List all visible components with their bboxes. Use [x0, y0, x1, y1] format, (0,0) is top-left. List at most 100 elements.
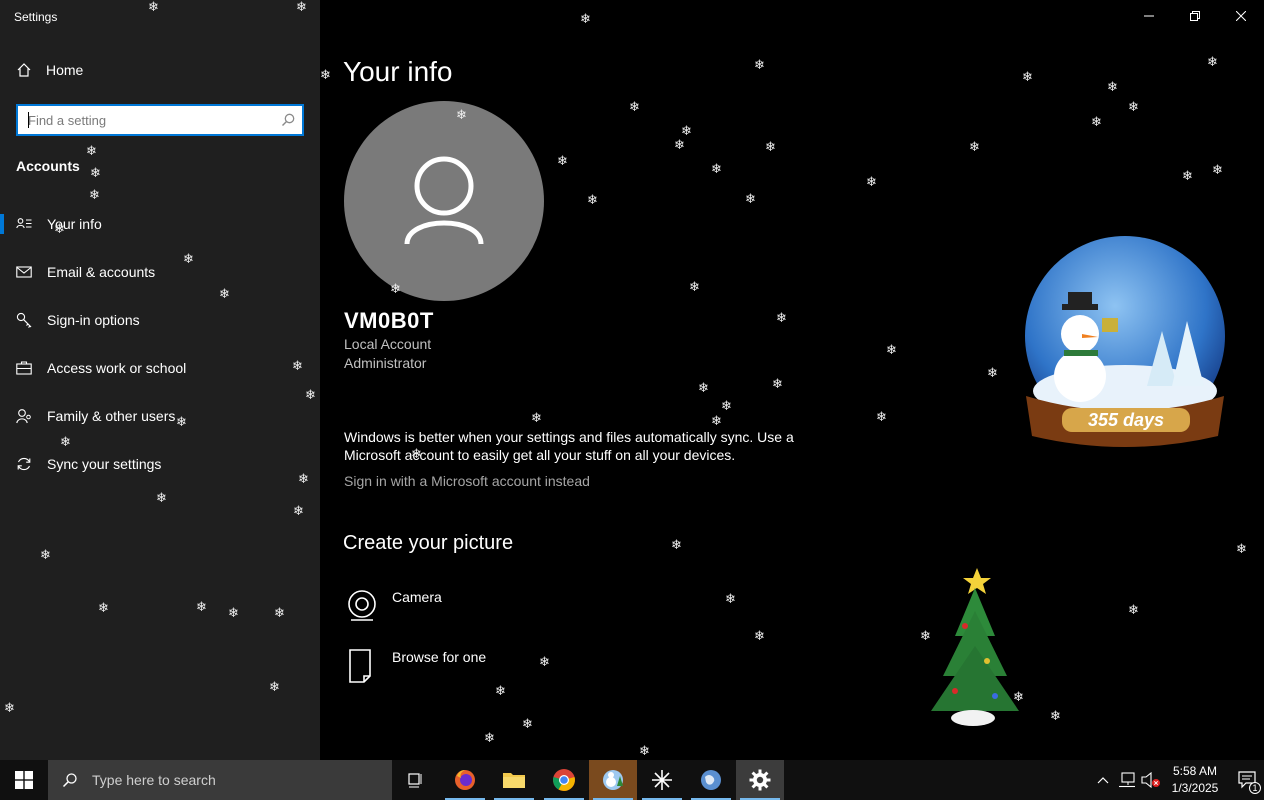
snowflake-icon: ❄	[674, 137, 685, 152]
snowflake-icon: ❄	[86, 143, 97, 158]
snowflake-icon: ❄	[40, 547, 51, 562]
snowglobe-decoration: 355 days	[1025, 236, 1225, 447]
snowflake-icon: ❄	[629, 99, 640, 114]
snowflake-icon: ❄	[876, 409, 887, 424]
setting-search-box[interactable]	[16, 104, 304, 136]
snowflake-icon: ❄	[292, 358, 303, 373]
search-input[interactable]	[18, 106, 268, 134]
close-button[interactable]	[1218, 0, 1264, 32]
folder-icon	[503, 773, 525, 788]
sidebar-item-family-users[interactable]: Family & other users	[0, 392, 320, 440]
sidebar-item-email-accounts[interactable]: Email & accounts	[0, 248, 320, 296]
gear-icon	[749, 769, 771, 791]
account-role: Administrator	[344, 355, 427, 371]
snowflake-icon: ❄	[148, 0, 159, 14]
taskbar-app-unknown[interactable]	[638, 760, 686, 800]
window-controls	[1126, 0, 1264, 32]
sidebar-item-access-work-school[interactable]: Access work or school	[0, 344, 320, 392]
taskbar-app-desktop-snow[interactable]	[589, 760, 637, 800]
minimize-button[interactable]	[1126, 0, 1172, 32]
snowflake-icon: ❄	[681, 123, 692, 138]
action-center-button[interactable]: 1	[1232, 760, 1264, 800]
sidebar-item-your-info[interactable]: Your info	[0, 200, 320, 248]
snowflake-icon: ❄	[228, 605, 239, 620]
snowflake-icon: ❄	[689, 279, 700, 294]
sidebar-item-label: Family & other users	[47, 408, 176, 424]
file-icon	[346, 648, 378, 687]
search-icon	[62, 773, 77, 788]
snowflake-icon: ❄	[1091, 114, 1102, 129]
snowflake-icon: ❄	[293, 503, 304, 518]
search-icon[interactable]	[280, 112, 296, 133]
sidebar-item-sign-in-options[interactable]: Sign-in options	[0, 296, 320, 344]
snowflake-icon: ❄	[1236, 541, 1247, 556]
signin-microsoft-link[interactable]: Sign in with a Microsoft account instead	[344, 473, 590, 489]
section-label-accounts: Accounts	[16, 158, 80, 174]
taskbar-app-chrome[interactable]	[540, 760, 588, 800]
snowflake-icon: ❄	[305, 387, 316, 402]
taskbar-search-placeholder: Type here to search	[92, 772, 216, 788]
taskbar-app-firefox[interactable]	[441, 760, 489, 800]
sync-icon	[16, 456, 32, 472]
briefcase-icon	[16, 360, 32, 376]
camera-label: Camera	[392, 589, 442, 605]
snowflake-icon: ❄	[1182, 168, 1193, 183]
sidebar-item-sync-settings[interactable]: Sync your settings	[0, 440, 320, 488]
snowflake-icon: ❄	[1128, 602, 1139, 617]
volume-tray-button[interactable]	[1140, 760, 1162, 800]
clock-time: 5:58 AM	[1172, 764, 1218, 778]
snowflake-icon: ❄	[711, 161, 722, 176]
taskbar-app-globe[interactable]	[687, 760, 735, 800]
snowflake-icon: ❄	[274, 605, 285, 620]
snowflake-icon: ❄	[531, 410, 542, 425]
snowflake-icon: ❄	[1128, 99, 1139, 114]
snowflake-icon: ❄	[484, 730, 495, 745]
home-link[interactable]: Home	[16, 62, 83, 78]
snowflake-icon: ❄	[156, 490, 167, 505]
network-tray-button[interactable]	[1116, 760, 1138, 800]
snowflake-icon: ❄	[98, 600, 109, 615]
firefox-icon	[455, 770, 475, 790]
snowflake-icon: ❄	[587, 192, 598, 207]
restore-button[interactable]	[1172, 0, 1218, 32]
restore-icon	[1190, 11, 1200, 21]
snowflake-icon: ❄	[219, 286, 230, 301]
snowflake-icon: ❄	[1207, 54, 1218, 69]
snowflake-icon: ❄	[89, 187, 100, 202]
taskbar-app-settings[interactable]	[736, 760, 784, 800]
taskbar-clock[interactable]: 5:58 AM 1/3/2025	[1164, 763, 1226, 797]
snowflake-icon: ❄	[920, 628, 931, 643]
snowflake-icon: ❄	[4, 700, 15, 715]
snowflake-icon: ❄	[456, 107, 467, 122]
snowflake-icon: ❄	[390, 281, 401, 296]
snowflake-icon: ❄	[1013, 689, 1024, 704]
avatar[interactable]	[344, 101, 544, 301]
taskbar-app-task-view[interactable]	[392, 760, 440, 800]
volume-muted-icon	[1141, 772, 1160, 788]
asterisk-icon	[652, 770, 672, 790]
home-label: Home	[46, 62, 84, 78]
task-view-icon	[408, 773, 422, 788]
snowflake-icon: ❄	[1050, 708, 1061, 723]
show-hidden-icons-button[interactable]	[1094, 760, 1112, 800]
user-avatar-icon	[404, 156, 484, 245]
mail-icon	[16, 264, 32, 280]
sidebar-item-label: Sign-in options	[47, 312, 140, 328]
snowflake-icon: ❄	[772, 376, 783, 391]
snowflake-icon: ❄	[711, 413, 722, 428]
page-title: Your info	[343, 56, 453, 87]
start-button[interactable]	[0, 760, 48, 800]
sidebar: Settings Home Accounts Your info Email &…	[0, 0, 320, 760]
snowflake-icon: ❄	[886, 342, 897, 357]
snow-app-icon	[603, 770, 623, 790]
snowflake-icon: ❄	[495, 683, 506, 698]
clock-date: 1/3/2025	[1171, 781, 1219, 795]
browse-option[interactable]: Browse for one	[346, 648, 486, 687]
window-title: Settings	[14, 10, 58, 24]
camera-option[interactable]: Camera	[346, 588, 442, 625]
snowflake-icon: ❄	[725, 591, 736, 606]
snowflake-icon: ❄	[176, 414, 187, 429]
taskbar-app-file-explorer[interactable]	[490, 760, 538, 800]
taskbar-search-box[interactable]: Type here to search	[48, 760, 392, 800]
snowflake-icon: ❄	[60, 434, 71, 449]
